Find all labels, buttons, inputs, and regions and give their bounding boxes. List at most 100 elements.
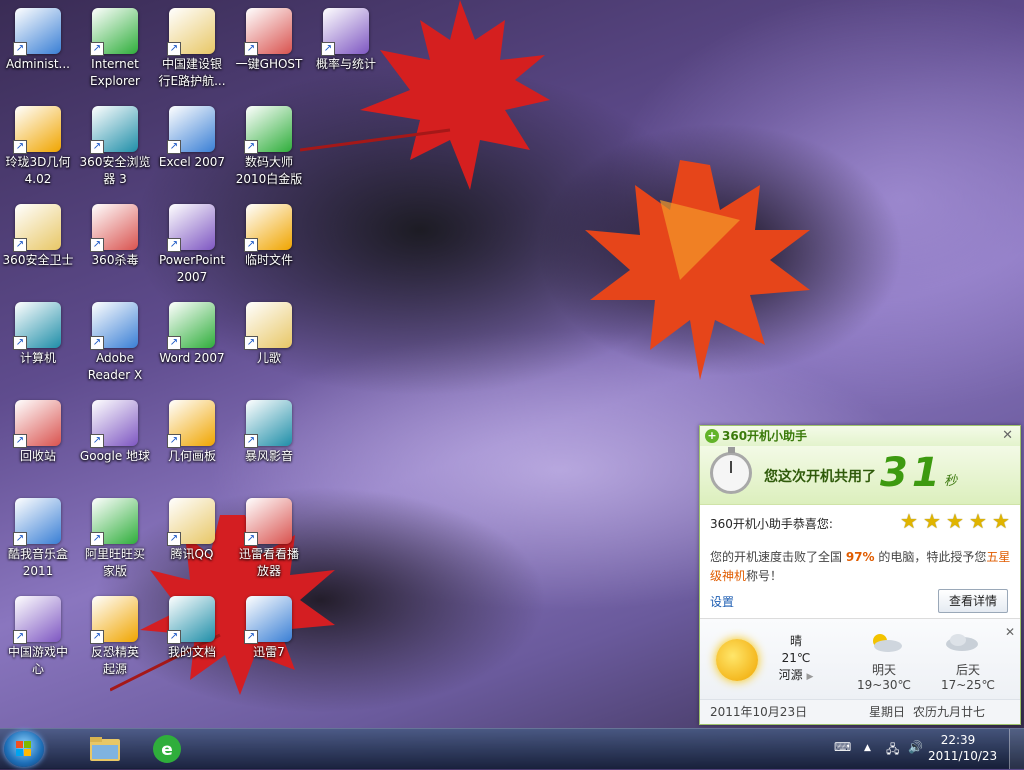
show-desktop-button[interactable] xyxy=(1009,729,1024,769)
taskbar-clock[interactable]: 22:39 2011/10/23 xyxy=(928,732,997,764)
desktop-icon[interactable]: ↗ 中国建设银 行E路护航... xyxy=(154,2,230,96)
close-icon[interactable]: ✕ xyxy=(1005,625,1015,639)
taskbar-360-browser-button[interactable]: e xyxy=(138,731,196,767)
desktop-icon[interactable]: ↗ 一键GHOST xyxy=(231,2,307,96)
desktop-icon[interactable]: ↗ 迅雷看看播 放器 xyxy=(231,492,307,586)
app-icon: ↗ xyxy=(167,400,215,448)
desktop-icon[interactable]: ↗ 迅雷7 xyxy=(231,590,307,684)
desktop-icon-label: Word 2007 xyxy=(159,351,225,365)
desktop-icon[interactable]: ↗ Administ... xyxy=(0,2,76,96)
desktop-icon[interactable]: ↗ 数码大师 2010白金版 xyxy=(231,100,307,194)
shortcut-arrow-icon: ↗ xyxy=(167,434,181,448)
shortcut-arrow-icon: ↗ xyxy=(90,238,104,252)
desktop-icon[interactable]: ↗ 360杀毒 xyxy=(77,198,153,292)
congrats-text: 360开机小助手恭喜您: xyxy=(710,517,833,531)
tomorrow-temperature: 19~30℃ xyxy=(856,678,912,692)
app-icon: ↗ xyxy=(167,596,215,644)
desktop-icon[interactable]: ↗ 腾讯QQ xyxy=(154,492,230,586)
show-hidden-icons-icon[interactable]: ▲ xyxy=(864,743,871,753)
shortcut-arrow-icon: ↗ xyxy=(13,336,27,350)
shortcut-arrow-icon: ↗ xyxy=(90,434,104,448)
desktop-icon[interactable]: ↗ 计算机 xyxy=(0,296,76,390)
desktop-icon-label: 360杀毒 xyxy=(91,253,139,267)
app-icon: ↗ xyxy=(167,8,215,56)
desktop-icon[interactable]: ↗ Google 地球 xyxy=(77,394,153,488)
desktop-icon[interactable]: ↗ 临时文件 xyxy=(231,198,307,292)
desktop-icon[interactable]: ↗ 儿歌 xyxy=(231,296,307,390)
app-icon: ↗ xyxy=(90,400,138,448)
desktop-icon[interactable]: ↗ 360安全卫士 xyxy=(0,198,76,292)
shortcut-arrow-icon: ↗ xyxy=(167,336,181,350)
stopwatch-icon xyxy=(710,447,752,494)
view-details-button[interactable]: 查看详情 xyxy=(938,589,1008,613)
desktop-icon-label: 迅雷看看播 放器 xyxy=(238,547,299,578)
desktop-icon[interactable]: ↗ 几何画板 xyxy=(154,394,230,488)
app-icon: ↗ xyxy=(90,106,138,154)
desktop-icon[interactable]: ↗ Word 2007 xyxy=(154,296,230,390)
star-rating: ★ ★ ★ ★ ★ xyxy=(900,509,1015,533)
star-icon: ★ xyxy=(969,509,987,533)
keyboard-icon[interactable]: ⌨ xyxy=(834,740,851,754)
shortcut-arrow-icon: ↗ xyxy=(244,336,258,350)
lunar-date: 农历九月廿七 xyxy=(913,705,986,719)
desktop-icon-label: 暴风影音 xyxy=(244,449,293,463)
forecast-day-after: 后天 17~25℃ xyxy=(935,663,1001,693)
desktop-icon-label: 酷我音乐盒 2011 xyxy=(7,547,68,578)
desktop-icon-label: 腾讯QQ xyxy=(170,547,214,561)
shortcut-arrow-icon: ↗ xyxy=(167,140,181,154)
shortcut-arrow-icon: ↗ xyxy=(90,42,104,56)
svg-text:e: e xyxy=(161,740,173,760)
shortcut-arrow-icon: ↗ xyxy=(90,630,104,644)
shortcut-arrow-icon: ↗ xyxy=(244,630,258,644)
desktop-icon-label: 中国游戏中 心 xyxy=(7,645,68,676)
desktop-icon-label: 数码大师 2010白金版 xyxy=(235,155,303,186)
desktop-icon[interactable]: ↗ Internet Explorer xyxy=(77,2,153,96)
day-after-label: 后天 xyxy=(955,663,980,677)
settings-link[interactable]: 设置 xyxy=(710,593,734,610)
desktop-icon-label: 儿歌 xyxy=(256,351,281,365)
shortcut-arrow-icon: ↗ xyxy=(90,140,104,154)
app-icon: ↗ xyxy=(90,596,138,644)
desktop-icon[interactable]: ↗ 酷我音乐盒 2011 xyxy=(0,492,76,586)
desktop-icon[interactable]: ↗ 概率与统计 xyxy=(308,2,384,96)
shortcut-arrow-icon: ↗ xyxy=(13,434,27,448)
shortcut-arrow-icon: ↗ xyxy=(321,42,335,56)
star-icon: ★ xyxy=(946,509,964,533)
desktop-icon[interactable]: ↗ 360安全浏览 器 3 xyxy=(77,100,153,194)
desktop-icon[interactable]: ↗ 我的文档 xyxy=(154,590,230,684)
volume-icon[interactable]: 🔊 xyxy=(908,740,923,754)
desktop-icon-label: Google 地球 xyxy=(79,449,151,463)
desktop-icon[interactable]: ↗ 玲珑3D几何 4.02 xyxy=(0,100,76,194)
app-icon: ↗ xyxy=(167,302,215,350)
desktop-icon-label: PowerPoint 2007 xyxy=(158,253,226,284)
start-button[interactable] xyxy=(4,731,44,767)
desktop-icon[interactable]: ↗ 阿里旺旺买 家版 xyxy=(77,492,153,586)
app-icon: ↗ xyxy=(244,204,292,252)
desktop-icon[interactable]: ↗ PowerPoint 2007 xyxy=(154,198,230,292)
desktop-icon[interactable]: ↗ Adobe Reader X xyxy=(77,296,153,390)
star-icon: ★ xyxy=(900,509,918,533)
app-icon: ↗ xyxy=(13,498,61,546)
app-icon: ↗ xyxy=(244,302,292,350)
taskbar-explorer-button[interactable] xyxy=(76,731,134,767)
desktop-icon-label: 回收站 xyxy=(19,449,56,463)
desktop-icon[interactable]: ↗ 反恐精英 起源 xyxy=(77,590,153,684)
shortcut-arrow-icon: ↗ xyxy=(13,140,27,154)
desktop-icon[interactable]: ↗ Excel 2007 xyxy=(154,100,230,194)
shortcut-arrow-icon: ↗ xyxy=(90,532,104,546)
desktop-icon[interactable]: ↗ 暴风影音 xyxy=(231,394,307,488)
app-icon: ↗ xyxy=(167,204,215,252)
desktop-icon[interactable]: ↗ 中国游戏中 心 xyxy=(0,590,76,684)
solar-date: 2011年10月23日 xyxy=(710,705,808,719)
app-icon: ↗ xyxy=(244,106,292,154)
desktop-icon-label: Excel 2007 xyxy=(158,155,226,169)
app-icon: ↗ xyxy=(13,302,61,350)
boot-assistant-popup: + 360开机小助手 ✕ 您这次开机共用了 31 秒 360开机小助手恭喜您: … xyxy=(699,425,1021,725)
date-bar: 2011年10月23日 星期日 农历九月廿七 xyxy=(700,699,1020,724)
desktop-icon-label: 阿里旺旺买 家版 xyxy=(84,547,145,578)
close-icon[interactable]: ✕ xyxy=(1002,426,1013,446)
desc-part: 您的开机速度击败了全国 xyxy=(710,550,846,564)
network-icon[interactable]: 🖧 xyxy=(886,740,899,761)
city-selector[interactable]: 河源 ▶ xyxy=(776,667,816,686)
desktop-icon[interactable]: ↗ 回收站 xyxy=(0,394,76,488)
